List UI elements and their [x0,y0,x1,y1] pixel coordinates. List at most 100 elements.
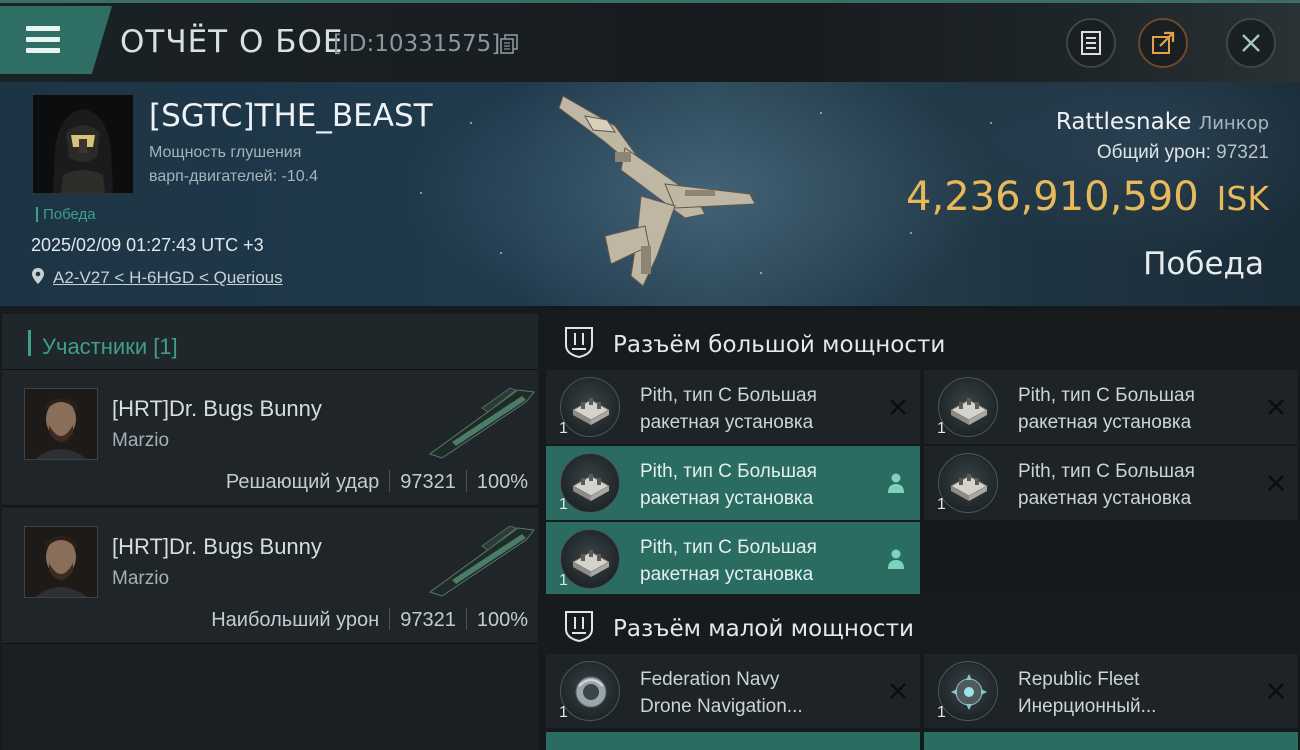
module-slot[interactable]: 1 Pith, тип C Большая ракетная установка [546,522,920,596]
module-name-line2: ракетная установка [1018,488,1192,509]
ship-class: Линкор [1198,113,1269,134]
launcher-icon [560,453,620,513]
participant-row[interactable]: [HRT]Dr. Bugs Bunny Marzio Решающий удар… [2,370,538,506]
top-bar: ОТЧЁТ О БОЕ [ID:10331575] [0,0,1300,82]
module-name-line2: Инерционный... [1018,696,1157,717]
launcher-icon [560,377,620,437]
participant-percent: 100% [476,471,528,493]
module-name: Pith, тип C Большая ракетная установка [1018,382,1258,436]
module-name: Pith, тип C Большая ракетная установка [1018,458,1258,512]
isk-amount: 4,236,910,590 [906,174,1199,220]
module-name-line1: Pith, тип C Большая [1018,385,1195,406]
inertial-stabilizer-icon [938,661,998,721]
module-name: Pith, тип C Большая ракетная установка [640,534,880,588]
module-quantity: 1 [559,572,568,589]
divider [465,470,467,492]
destroyed-x-icon [890,399,906,415]
result-tag: Победа [36,207,96,222]
tab-participants[interactable]: Участники [1] [2,314,538,370]
participant-row[interactable]: [HRT]Dr. Bugs Bunny Marzio Наибольший ур… [2,508,538,644]
victim-name[interactable]: [SGTC]THE_BEAST [149,98,433,134]
module-slot[interactable]: 1 Republic Fleet Инерционный... [924,654,1298,728]
outcome-label: Победа [1143,246,1264,282]
participant-ship-image[interactable] [422,520,540,598]
avatar[interactable] [24,526,98,598]
total-damage-value: 97321 [1216,142,1269,163]
module-name-line2: Drone Navigation... [640,696,803,717]
user-icon [888,549,904,569]
participant-name[interactable]: [HRT]Dr. Bugs Bunny [112,396,322,422]
module-name-line2: ракетная установка [640,412,814,433]
participant-role: Решающий удар [225,471,380,493]
module-quantity: 1 [937,496,946,513]
participants-panel: Участники [1] [HRT]Dr. Bugs Bunny Marzio… [0,306,540,750]
tab-active-marker [28,330,31,356]
fitting-panel: Разъём большой мощности 1 Pith, тип C Бо… [540,306,1300,750]
header-accent-line [0,0,1300,3]
tab-participants-label: Участники [1] [42,334,178,359]
kill-datetime: 2025/02/09 01:27:43 UTC +3 [31,235,264,255]
section-title: Разъём большой мощности [613,332,946,358]
module-name-line1: Pith, тип C Большая [640,385,817,406]
module-slot[interactable]: 1 Federation Navy Drone Navigation... [546,654,920,728]
copy-icon[interactable] [500,34,518,54]
close-icon [1242,34,1260,52]
launcher-icon [560,529,620,589]
module-quantity: 1 [937,420,946,437]
module-name-line1: Pith, тип C Большая [1018,461,1195,482]
destroyed-x-icon [1268,399,1284,415]
shield-slot-icon [565,611,593,643]
total-damage: Общий урон: 97321 [1097,142,1269,164]
module-slot-partial[interactable] [546,732,920,750]
victim-ship-name[interactable]: Rattlesnake Линкор [1056,109,1269,135]
share-icon [1152,31,1175,54]
module-name-line1: Republic Fleet [1018,669,1140,690]
participant-percent: 100% [476,609,528,631]
map-pin-icon [32,268,44,284]
module-quantity: 1 [937,704,946,721]
victim-portrait[interactable] [32,94,134,194]
module-slot[interactable]: 1 Pith, тип C Большая ракетная установка [546,446,920,520]
launcher-icon [938,453,998,513]
participant-ship-image[interactable] [422,382,540,460]
module-name: Federation Navy Drone Navigation... [640,666,880,720]
user-icon [888,473,904,493]
divider [389,608,391,630]
module-slot-partial[interactable] [924,732,1298,750]
victim-ship-image[interactable] [545,86,765,300]
victim-summary: [SGTC]THE_BEAST Мощность глушения варп-д… [0,82,1300,306]
notes-button[interactable] [1066,18,1116,68]
report-id: [ID:10331575] [333,31,501,57]
module-quantity: 1 [559,420,568,437]
share-button[interactable] [1138,18,1188,68]
module-name: Republic Fleet Инерционный... [1018,666,1258,720]
avatar[interactable] [24,388,98,460]
isk-value: 4,236,910,590 ISK [906,174,1269,220]
destroyed-x-icon [1268,683,1284,699]
participant-damage: 97321 [400,471,456,493]
drone-nav-module-icon [560,661,620,721]
shield-slot-icon [565,327,593,359]
module-name: Pith, тип C Большая ракетная установка [640,382,880,436]
module-name-line1: Federation Navy [640,669,780,690]
document-icon [1081,31,1101,55]
participant-ship: Marzio [112,568,170,589]
victim-effect-line2: варп-двигателей: -10.4 [149,168,318,185]
location-link[interactable]: A2-V27 < H-6HGD < Querious [53,268,283,288]
section-low-slots: Разъём малой мощности [540,594,1300,656]
participant-name[interactable]: [HRT]Dr. Bugs Bunny [112,534,322,560]
participant-stats: Наибольший урон 97321 100% [211,608,528,632]
module-slot[interactable]: 1 Pith, тип C Большая ракетная установка [924,446,1298,520]
isk-unit: ISK [1216,179,1269,218]
section-title: Разъём малой мощности [613,616,914,642]
module-slot[interactable]: 1 Pith, тип C Большая ракетная установка [924,370,1298,444]
module-quantity: 1 [559,496,568,513]
total-damage-label: Общий урон: [1096,142,1211,163]
menu-button[interactable] [0,6,112,74]
close-button[interactable] [1226,18,1276,68]
participant-ship: Marzio [112,430,170,451]
module-name-line1: Pith, тип C Большая [640,461,817,482]
module-slot[interactable]: 1 Pith, тип C Большая ракетная установка [546,370,920,444]
page-title: ОТЧЁТ О БОЕ [120,24,344,60]
destroyed-x-icon [1268,475,1284,491]
